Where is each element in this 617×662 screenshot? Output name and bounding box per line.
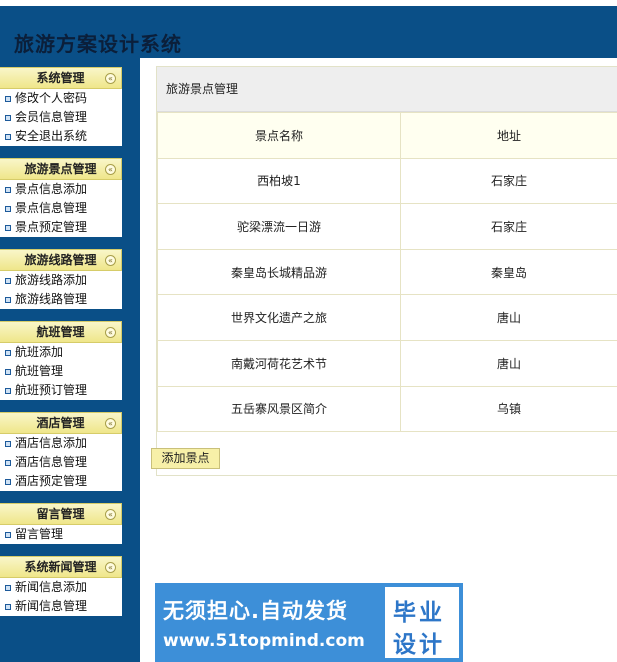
menu-item-hotel-add[interactable]: 酒店信息添加 xyxy=(0,434,122,453)
menu-item-news-add[interactable]: 新闻信息添加 xyxy=(0,578,122,597)
menu-item-hotel-manage[interactable]: 酒店信息管理 xyxy=(0,453,122,472)
watermark-url: www.51topmind.com xyxy=(163,631,365,651)
watermark-line1: 无须担心.自动发货 xyxy=(163,599,348,623)
menu-item-flight-manage[interactable]: 航班管理 xyxy=(0,362,122,381)
collapse-icon[interactable]: « xyxy=(105,164,116,175)
cell-address: 石家庄 xyxy=(400,203,617,250)
menu-group-flights: 航班管理 « 航班添加 航班管理 航班预订管理 xyxy=(0,321,122,400)
watermark-banner: 无须担心.自动发货 www.51topmind.com 毕业 设计 xyxy=(155,583,463,662)
collapse-icon[interactable]: « xyxy=(105,418,116,429)
menu-head-news[interactable]: 系统新闻管理 « xyxy=(0,556,122,578)
menu-item-change-password[interactable]: 修改个人密码 xyxy=(0,89,122,108)
watermark-box-line2: 设计 xyxy=(393,632,445,658)
menu-item-flight-booking[interactable]: 航班预订管理 xyxy=(0,381,122,400)
table-header-row: 景点名称 地址 xyxy=(157,112,617,159)
cell-name: 五岳寨风景区简介 xyxy=(157,385,401,433)
panel-title: 旅游景点管理 xyxy=(157,67,617,112)
table-row[interactable]: 南戴河荷花艺术节 唐山 xyxy=(157,339,617,387)
cell-name: 南戴河荷花艺术节 xyxy=(157,339,401,387)
menu-item-logout[interactable]: 安全退出系统 xyxy=(0,127,122,146)
menu-item-route-add[interactable]: 旅游线路添加 xyxy=(0,271,122,290)
menu-item-news-manage[interactable]: 新闻信息管理 xyxy=(0,597,122,616)
cell-address: 乌镇 xyxy=(400,385,617,433)
menu-item-attraction-add[interactable]: 景点信息添加 xyxy=(0,180,122,199)
cell-name: 世界文化遗产之旅 xyxy=(157,294,401,341)
menu-head-routes[interactable]: 旅游线路管理 « xyxy=(0,249,122,271)
cell-name: 秦皇岛长城精品游 xyxy=(157,248,401,296)
cell-name: 驼梁漂流一日游 xyxy=(157,203,401,250)
menu-head-flights[interactable]: 航班管理 « xyxy=(0,321,122,343)
collapse-icon[interactable]: « xyxy=(105,562,116,573)
column-header-name: 景点名称 xyxy=(157,112,401,159)
cell-address: 唐山 xyxy=(400,294,617,341)
watermark-box-line1: 毕业 xyxy=(393,600,445,626)
menu-head-messages[interactable]: 留言管理 « xyxy=(0,503,122,525)
menu-head-attractions[interactable]: 旅游景点管理 « xyxy=(0,158,122,180)
cell-address: 秦皇岛 xyxy=(400,248,617,296)
menu-group-messages: 留言管理 « 留言管理 xyxy=(0,503,122,544)
add-attraction-button[interactable]: 添加景点 xyxy=(151,448,220,469)
collapse-icon[interactable]: « xyxy=(105,509,116,520)
collapse-icon[interactable]: « xyxy=(105,255,116,266)
menu-group-routes: 旅游线路管理 « 旅游线路添加 旅游线路管理 xyxy=(0,249,122,309)
attraction-table: 景点名称 地址 西柏坡1 石家庄 驼梁漂流一日游 石家庄 秦皇岛长城精品游 秦皇… xyxy=(157,112,617,433)
menu-group-attractions: 旅游景点管理 « 景点信息添加 景点信息管理 景点预定管理 xyxy=(0,158,122,237)
cell-address: 唐山 xyxy=(400,339,617,387)
sidebar: 系统管理 « 修改个人密码 会员信息管理 安全退出系统 旅游景点管理 « 景点信息添… xyxy=(0,58,140,662)
table-row[interactable]: 西柏坡1 石家庄 xyxy=(157,157,617,205)
table-row[interactable]: 五岳寨风景区简介 乌镇 xyxy=(157,385,617,433)
attraction-panel: 旅游景点管理 景点名称 地址 西柏坡1 石家庄 驼梁漂流一日游 石家庄 秦皇岛长… xyxy=(156,66,617,476)
menu-item-hotel-booking[interactable]: 酒店预定管理 xyxy=(0,472,122,491)
menu-group-system: 系统管理 « 修改个人密码 会员信息管理 安全退出系统 xyxy=(0,67,122,146)
table-row[interactable]: 驼梁漂流一日游 石家庄 xyxy=(157,203,617,250)
menu-item-route-manage[interactable]: 旅游线路管理 xyxy=(0,290,122,309)
table-row[interactable]: 秦皇岛长城精品游 秦皇岛 xyxy=(157,248,617,296)
menu-head-hotels[interactable]: 酒店管理 « xyxy=(0,412,122,434)
cell-address: 石家庄 xyxy=(400,157,617,205)
column-header-address: 地址 xyxy=(400,112,617,159)
app-title: 旅游方案设计系统 xyxy=(14,32,182,56)
menu-item-member-manage[interactable]: 会员信息管理 xyxy=(0,108,122,127)
watermark-box: 毕业 设计 xyxy=(383,585,461,660)
menu-item-flight-add[interactable]: 航班添加 xyxy=(0,343,122,362)
collapse-icon[interactable]: « xyxy=(105,73,116,84)
menu-group-news: 系统新闻管理 « 新闻信息添加 新闻信息管理 xyxy=(0,556,122,616)
collapse-icon[interactable]: « xyxy=(105,327,116,338)
cell-name: 西柏坡1 xyxy=(157,157,401,205)
menu-group-hotels: 酒店管理 « 酒店信息添加 酒店信息管理 酒店预定管理 xyxy=(0,412,122,491)
table-row[interactable]: 世界文化遗产之旅 唐山 xyxy=(157,294,617,341)
main-content: 旅游景点管理 景点名称 地址 西柏坡1 石家庄 驼梁漂流一日游 石家庄 秦皇岛长… xyxy=(146,58,617,662)
menu-item-attraction-manage[interactable]: 景点信息管理 xyxy=(0,199,122,218)
menu-item-message-manage[interactable]: 留言管理 xyxy=(0,525,122,544)
menu-head-system[interactable]: 系统管理 « xyxy=(0,67,122,89)
app-header: 旅游方案设计系统 xyxy=(0,0,617,58)
menu-item-attraction-booking[interactable]: 景点预定管理 xyxy=(0,218,122,237)
